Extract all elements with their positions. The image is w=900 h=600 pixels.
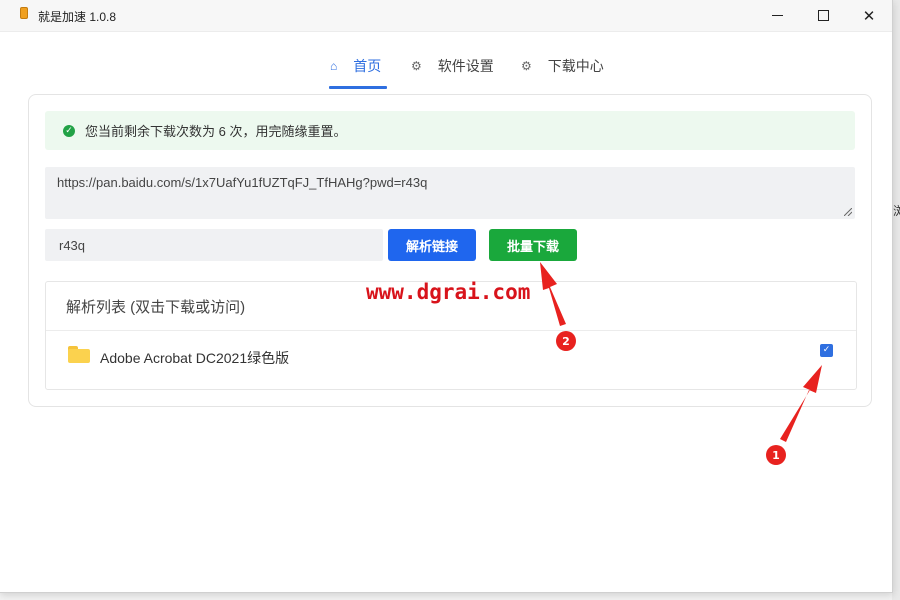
remaining-downloads-alert: ✓ 您当前剩余下载次数为 6 次，用完随缘重置。 (45, 111, 855, 150)
parse-link-button[interactable]: 解析链接 (388, 229, 476, 261)
tab-label: 软件设置 (437, 58, 494, 74)
item-checkbox[interactable]: ✓ (820, 344, 833, 357)
minimize-icon (771, 15, 783, 16)
background-fragment: 浏 (893, 204, 900, 218)
tab-label: 首页 (353, 58, 382, 74)
minimize-button[interactable] (754, 0, 800, 31)
list-item[interactable]: Adobe Acrobat DC2021绿色版 ✓ (46, 331, 856, 383)
file-name: Adobe Acrobat DC2021绿色版 (100, 350, 290, 366)
active-tab-indicator (329, 86, 387, 89)
resize-grip-icon[interactable] (844, 208, 852, 216)
maximize-button[interactable] (800, 0, 846, 31)
close-icon: ✕ (862, 7, 876, 25)
nav-tabs: ⌂ 首页 ⚙ 软件设置 ⚙ 下载中心 (0, 44, 892, 90)
desktop-background (892, 0, 900, 600)
alert-text: 您当前剩余下载次数为 6 次，用完随缘重置。 (85, 124, 347, 139)
close-button[interactable]: ✕ (846, 0, 892, 31)
main-card: ✓ 您当前剩余下载次数为 6 次，用完随缘重置。 https://pan.bai… (28, 94, 872, 407)
extract-code-input[interactable] (45, 229, 383, 261)
folder-icon (68, 346, 90, 363)
batch-download-button[interactable]: 批量下载 (489, 229, 577, 261)
tab-settings[interactable]: ⚙ 软件设置 (411, 44, 494, 88)
watermark-text: www.dgrai.com (366, 280, 531, 304)
check-circle-icon: ✓ (63, 124, 75, 137)
tab-download-center[interactable]: ⚙ 下载中心 (521, 44, 604, 88)
share-link-textarea[interactable]: https://pan.baidu.com/s/1x7UafYu1fUZTqFJ… (45, 167, 855, 219)
maximize-icon (817, 10, 829, 21)
gear-icon: ⚙ (411, 59, 422, 73)
gear-icon: ⚙ (521, 59, 532, 73)
app-icon (20, 7, 28, 19)
title-bar[interactable]: 就是加速 1.0.8 ✕ (0, 0, 892, 32)
home-icon: ⌂ (330, 59, 338, 73)
tab-home[interactable]: ⌂ 首页 (330, 44, 381, 88)
tab-label: 下载中心 (547, 58, 604, 74)
app-title: 就是加速 1.0.8 (38, 10, 117, 24)
